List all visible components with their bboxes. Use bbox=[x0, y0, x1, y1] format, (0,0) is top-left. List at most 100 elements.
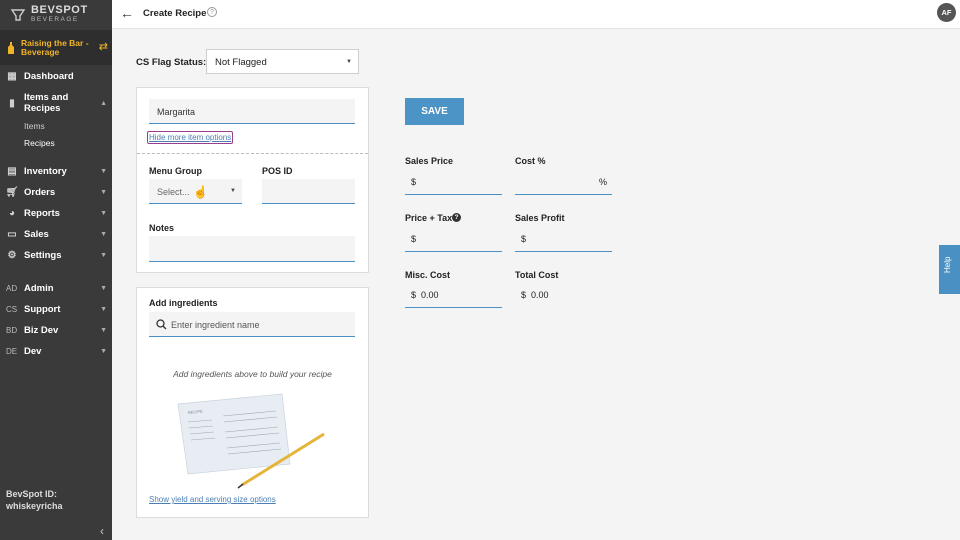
currency-symbol: $ bbox=[411, 234, 417, 244]
sidebar: BEVSPOT BEVERAGE Raising the Bar - Bever… bbox=[0, 0, 112, 540]
logo-sub-text: BEVERAGE bbox=[31, 16, 79, 23]
info-icon[interactable]: ? bbox=[452, 213, 461, 222]
account-switcher[interactable]: Raising the Bar - Beverage ⇄ bbox=[0, 30, 112, 65]
currency-symbol: $ bbox=[521, 290, 527, 300]
empty-ingredients-text: Add ingredients above to build your reci… bbox=[173, 369, 332, 379]
total-cost-value: 0.00 bbox=[531, 290, 549, 300]
chevron-down-icon: ▼ bbox=[100, 347, 107, 355]
avatar[interactable]: AF bbox=[937, 3, 956, 22]
sidebar-subitem-recipes[interactable]: Recipes bbox=[24, 138, 55, 148]
sidebar-item-admin[interactable]: AD Admin ▼ bbox=[0, 281, 112, 295]
bevspot-id: BevSpot ID: whiskeyricha bbox=[6, 488, 63, 512]
save-button[interactable]: SAVE bbox=[405, 98, 464, 125]
sidebar-item-label: Settings bbox=[24, 249, 62, 261]
swap-icon[interactable]: ⇄ bbox=[99, 40, 108, 53]
chevron-up-icon: ▲ bbox=[100, 99, 107, 107]
pos-id-label: POS ID bbox=[262, 166, 293, 176]
mouse-pointer-icon: ☝ bbox=[193, 185, 208, 199]
menu-group-value: Select... bbox=[157, 187, 190, 197]
percent-symbol: % bbox=[598, 177, 607, 187]
sidebar-item-items-and-recipes[interactable]: ▮ Items and Recipes ▲ bbox=[0, 91, 112, 115]
recipe-name-value: Margarita bbox=[157, 107, 196, 117]
section-divider bbox=[137, 153, 368, 154]
price-tax-input[interactable]: $ bbox=[405, 226, 502, 252]
chevron-down-icon: ▼ bbox=[100, 230, 107, 238]
sidebar-item-settings[interactable]: ⚙ Settings ▼ bbox=[0, 248, 112, 262]
bottle-icon bbox=[8, 41, 14, 54]
gear-icon: ⚙ bbox=[7, 249, 17, 261]
sidebar-item-dashboard[interactable]: ▦ Dashboard bbox=[0, 69, 112, 83]
sidebar-item-label: Dev bbox=[24, 345, 42, 357]
sidebar-item-label: Reports bbox=[24, 207, 60, 219]
menu-group-label: Menu Group bbox=[149, 166, 202, 176]
dev-abbr: DE bbox=[6, 346, 18, 356]
inventory-icon: ▤ bbox=[7, 165, 17, 177]
bottle-nav-icon: ▮ bbox=[9, 97, 15, 109]
chevron-down-icon: ▼ bbox=[100, 188, 107, 196]
sidebar-item-dev[interactable]: DE Dev ▼ bbox=[0, 344, 112, 358]
ingredient-search-input[interactable]: Enter ingredient name bbox=[149, 312, 355, 337]
cost-pct-label: Cost % bbox=[515, 156, 546, 166]
recipe-name-input[interactable]: Margarita bbox=[149, 99, 355, 124]
sidebar-item-label: Inventory bbox=[24, 165, 67, 177]
cs-flag-value: Not Flagged bbox=[215, 57, 267, 68]
admin-abbr: AD bbox=[6, 283, 18, 293]
caret-down-icon: ▼ bbox=[230, 188, 236, 194]
sidebar-item-label: Support bbox=[24, 303, 61, 315]
misc-cost-input[interactable]: $ 0.00 bbox=[405, 282, 502, 308]
sales-price-label: Sales Price bbox=[405, 156, 454, 166]
chevron-down-icon: ▼ bbox=[100, 251, 107, 259]
card-icon: ▭ bbox=[7, 228, 17, 240]
ingredient-search-placeholder: Enter ingredient name bbox=[171, 320, 260, 330]
chevron-down-icon: ▼ bbox=[100, 284, 107, 292]
notes-label: Notes bbox=[149, 223, 175, 233]
add-ingredients-title: Add ingredients bbox=[149, 298, 218, 308]
total-cost-field: $ 0.00 bbox=[515, 282, 612, 308]
sidebar-item-support[interactable]: CS Support ▼ bbox=[0, 302, 112, 316]
search-icon bbox=[156, 319, 167, 330]
bevspot-id-value: whiskeyricha bbox=[6, 501, 63, 511]
caret-down-icon: ▼ bbox=[346, 59, 352, 65]
notes-input[interactable] bbox=[149, 236, 355, 262]
sidebar-item-label: Dashboard bbox=[24, 70, 74, 82]
help-tab[interactable]: Help bbox=[939, 245, 960, 294]
sidebar-item-sales[interactable]: ▭ Sales ▼ bbox=[0, 227, 112, 241]
page-title: Create Recipe bbox=[143, 8, 207, 19]
cart-icon: 🛒︎ bbox=[5, 186, 19, 198]
sales-profit-label: Sales Profit bbox=[515, 213, 565, 223]
logo-main-text: BEVSPOT bbox=[31, 4, 88, 16]
sidebar-item-label: Orders bbox=[24, 186, 56, 198]
bizdev-abbr: BD bbox=[6, 325, 18, 335]
bevspot-logo[interactable]: BEVSPOT BEVERAGE bbox=[10, 4, 105, 26]
chevron-down-icon: ▼ bbox=[100, 167, 107, 175]
show-yield-options-link[interactable]: Show yield and serving size options bbox=[149, 495, 276, 504]
cs-flag-select[interactable]: Not Flagged ▼ bbox=[206, 49, 359, 74]
sales-profit-input[interactable]: $ bbox=[515, 226, 612, 252]
sidebar-item-orders[interactable]: 🛒︎ Orders ▼ bbox=[0, 185, 112, 199]
sidebar-item-label: Sales bbox=[24, 228, 49, 240]
sidebar-item-label: Items and Recipes bbox=[24, 92, 69, 114]
bevspot-id-label: BevSpot ID: bbox=[6, 489, 58, 499]
sidebar-item-biz-dev[interactable]: BD Biz Dev ▼ bbox=[0, 323, 112, 337]
collapse-sidebar-icon[interactable]: ‹ bbox=[100, 524, 104, 538]
help-tab-label: Help bbox=[943, 256, 952, 273]
back-arrow-icon[interactable]: ← bbox=[120, 5, 134, 21]
recipe-illustration: RECIPE bbox=[177, 393, 325, 489]
pos-id-input[interactable] bbox=[262, 179, 355, 204]
currency-symbol: $ bbox=[411, 177, 417, 187]
total-cost-label: Total Cost bbox=[515, 270, 559, 280]
top-bar: ← Create Recipe ? AF bbox=[112, 0, 960, 29]
hide-options-link[interactable]: Hide more item options bbox=[147, 131, 234, 144]
chevron-down-icon: ▼ bbox=[100, 305, 107, 313]
help-icon[interactable]: ? bbox=[207, 7, 217, 17]
sales-price-input[interactable]: $ bbox=[405, 169, 502, 195]
misc-cost-label: Misc. Cost bbox=[405, 270, 451, 280]
chevron-down-icon: ▼ bbox=[100, 209, 107, 217]
dashboard-icon: ▦ bbox=[7, 70, 17, 82]
sidebar-item-reports[interactable]: ◕ Reports ▼ bbox=[0, 206, 112, 220]
cost-pct-input[interactable]: % bbox=[515, 169, 612, 195]
currency-symbol: $ bbox=[411, 290, 417, 300]
sidebar-item-inventory[interactable]: ▤ Inventory ▼ bbox=[0, 164, 112, 178]
sidebar-item-label: Admin bbox=[24, 282, 54, 294]
sidebar-subitem-items[interactable]: Items bbox=[24, 121, 45, 131]
